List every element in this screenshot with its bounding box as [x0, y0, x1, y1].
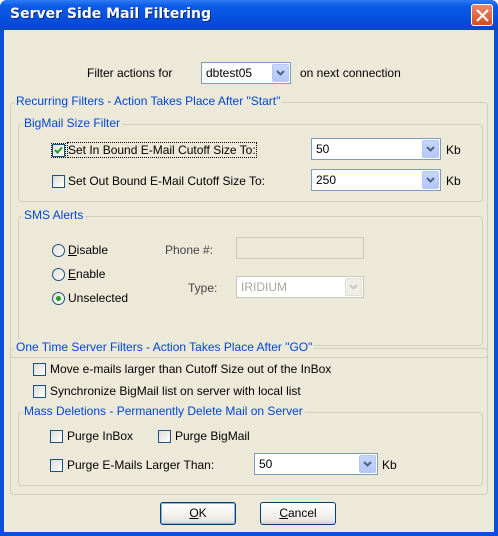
close-icon: [476, 9, 489, 22]
one-time-filters-legend: One Time Server Filters - Action Takes P…: [14, 340, 315, 354]
move-emails-checkbox[interactable]: [33, 363, 46, 376]
on-next-connection-label: on next connection: [300, 66, 401, 80]
inbound-unit-label: Kb: [446, 143, 461, 157]
inbound-cutoff-value: 50: [316, 142, 330, 156]
purge-dropdown-button[interactable]: [359, 455, 376, 473]
dialog-window: Server Side Mail Filtering Filter action…: [0, 0, 498, 536]
type-select-value: IRIDIUM: [241, 280, 287, 294]
radio-selected-dot: [56, 296, 61, 301]
outbound-cutoff-label[interactable]: Set Out Bound E-Mail Cutoff Size To:: [68, 174, 265, 188]
move-emails-label[interactable]: Move e-mails larger than Cutoff Size out…: [50, 362, 331, 376]
sync-bigmail-checkbox[interactable]: [33, 385, 46, 398]
type-select[interactable]: IRIDIUM: [236, 276, 364, 298]
sms-unselected-radio[interactable]: [52, 292, 65, 305]
outbound-cutoff-checkbox[interactable]: [52, 175, 65, 188]
sms-unselected-label[interactable]: Unselected: [68, 291, 128, 305]
purge-unit-label: Kb: [382, 458, 397, 472]
filter-actions-label: Filter actions for: [87, 66, 173, 80]
sms-disable-label[interactable]: Disable: [68, 243, 108, 257]
checkmark-icon: [54, 146, 63, 154]
chevron-down-icon: [426, 177, 435, 183]
close-button[interactable]: [471, 4, 493, 26]
chevron-down-icon: [276, 70, 285, 76]
inbound-dropdown-button[interactable]: [422, 140, 439, 158]
sms-enable-label[interactable]: Enable: [68, 267, 105, 281]
sync-bigmail-label[interactable]: Synchronize BigMail list on server with …: [50, 384, 301, 398]
outbound-cutoff-select[interactable]: 250: [311, 169, 441, 191]
type-dropdown-button[interactable]: [345, 278, 362, 296]
window-title: Server Side Mail Filtering: [10, 6, 212, 22]
ok-button[interactable]: OK: [160, 502, 236, 525]
account-dropdown-button[interactable]: [272, 64, 289, 82]
cancel-button[interactable]: Cancel: [260, 502, 336, 525]
sms-alerts-legend: SMS Alerts: [22, 208, 86, 222]
outbound-dropdown-button[interactable]: [422, 171, 439, 189]
purge-larger-checkbox[interactable]: [50, 459, 63, 472]
outbound-unit-label: Kb: [446, 174, 461, 188]
account-select-value: dbtest05: [206, 66, 253, 80]
inbound-cutoff-select[interactable]: 50: [311, 138, 441, 160]
chevron-down-icon: [349, 284, 358, 290]
inbound-cutoff-label[interactable]: Set In Bound E-Mail Cutoff Size To:: [67, 142, 257, 158]
title-bar[interactable]: Server Side Mail Filtering: [0, 0, 498, 30]
dialog-client-area: Filter actions for dbtest05 on next conn…: [4, 30, 494, 532]
purge-inbox-label[interactable]: Purge InBox: [67, 429, 133, 443]
inbound-cutoff-checkbox[interactable]: [51, 143, 66, 158]
mass-deletions-legend: Mass Deletions - Permanently Delete Mail…: [22, 404, 305, 418]
purge-larger-select[interactable]: 50: [254, 453, 378, 475]
sms-disable-radio[interactable]: [52, 244, 65, 257]
phone-input[interactable]: [236, 237, 364, 259]
bigmail-size-filter-legend: BigMail Size Filter: [22, 116, 123, 130]
outbound-cutoff-value: 250: [316, 173, 337, 187]
chevron-down-icon: [426, 146, 435, 152]
type-label: Type:: [188, 281, 218, 295]
purge-larger-label[interactable]: Purge E-Mails Larger Than:: [67, 458, 214, 472]
sms-enable-radio[interactable]: [52, 268, 65, 281]
phone-label: Phone #:: [165, 243, 214, 257]
mass-deletions-group: [18, 412, 483, 486]
purge-bigmail-checkbox[interactable]: [158, 430, 171, 443]
recurring-filters-legend: Recurring Filters - Action Takes Place A…: [14, 94, 283, 108]
purge-larger-value: 50: [259, 457, 273, 471]
purge-inbox-checkbox[interactable]: [50, 430, 63, 443]
purge-bigmail-label[interactable]: Purge BigMail: [175, 429, 250, 443]
account-select[interactable]: dbtest05: [201, 62, 291, 84]
chevron-down-icon: [363, 461, 372, 467]
